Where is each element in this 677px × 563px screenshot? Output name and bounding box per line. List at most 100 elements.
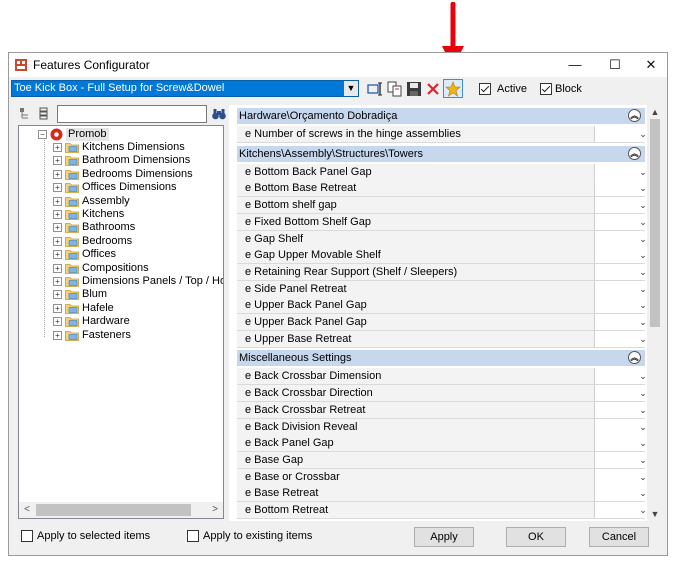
expand-toggle[interactable]: + bbox=[53, 196, 62, 206]
property-value-select[interactable]: ⌄ bbox=[594, 468, 650, 485]
property-value-select[interactable]: ⌄ bbox=[594, 247, 650, 264]
scroll-up-icon[interactable]: ▲ bbox=[647, 105, 663, 119]
favorite-button[interactable] bbox=[443, 79, 463, 98]
property-row[interactable]: e Back Crossbar Retreat ⌄ bbox=[237, 401, 650, 419]
property-row[interactable]: e Fixed Bottom Shelf Gap ⌄ bbox=[237, 213, 650, 231]
tree-settings-icon[interactable] bbox=[19, 107, 32, 120]
property-value-select[interactable]: ⌄ bbox=[594, 368, 650, 385]
property-row[interactable]: e Upper Base Retreat ⌄ bbox=[237, 330, 650, 348]
collapse-section-icon[interactable]: ︽ bbox=[628, 109, 641, 122]
tree-root[interactable]: − Promob bbox=[19, 128, 219, 141]
property-value-select[interactable]: ⌄ bbox=[594, 126, 650, 142]
tree-item[interactable]: + Hardware bbox=[19, 315, 223, 328]
tree-item[interactable]: + Compositions bbox=[19, 262, 223, 275]
collapse-toggle[interactable]: − bbox=[38, 130, 47, 139]
tree-item[interactable]: + Offices Dimensions bbox=[19, 181, 223, 194]
property-row[interactable]: e Back Crossbar Direction ⌄ bbox=[237, 385, 650, 403]
tree-item[interactable]: + Kitchens bbox=[19, 208, 223, 221]
tree-item[interactable]: + Dimensions Panels / Top / Honeycomb bbox=[19, 275, 223, 288]
filter-icon[interactable] bbox=[37, 107, 50, 120]
property-value-select[interactable]: ⌄ bbox=[594, 280, 650, 297]
property-row[interactable]: e Back Panel Gap ⌄ bbox=[237, 435, 650, 453]
rename-icon[interactable] bbox=[367, 81, 383, 97]
property-row[interactable]: e Number of screws in the hinge assembli… bbox=[237, 126, 650, 143]
copy-setup-icon[interactable] bbox=[387, 81, 403, 97]
apply-button[interactable]: Apply bbox=[414, 527, 474, 547]
scroll-right-icon[interactable]: > bbox=[207, 502, 223, 518]
property-value-select[interactable]: ⌄ bbox=[594, 263, 650, 280]
tree-item[interactable]: + Kitchens Dimensions bbox=[19, 141, 223, 154]
property-value-select[interactable]: ⌄ bbox=[594, 502, 650, 518]
setup-select[interactable]: Toe Kick Box - Full Setup for Screw&Dowe… bbox=[11, 80, 359, 97]
property-value-select[interactable]: ⌄ bbox=[594, 197, 650, 214]
minimize-button[interactable]: — bbox=[555, 53, 595, 77]
expand-toggle[interactable]: + bbox=[53, 210, 62, 219]
property-row[interactable]: e Retaining Rear Support (Shelf / Sleepe… bbox=[237, 263, 650, 281]
expand-toggle[interactable]: + bbox=[53, 250, 62, 260]
active-checkbox[interactable] bbox=[479, 83, 491, 95]
ok-button[interactable]: OK bbox=[506, 527, 566, 547]
expand-toggle[interactable]: + bbox=[53, 317, 62, 327]
tree-item[interactable]: + Fasteners bbox=[19, 329, 223, 342]
scrollbar-thumb[interactable] bbox=[36, 504, 191, 516]
property-row[interactable]: e Gap Shelf ⌄ bbox=[237, 230, 650, 248]
property-row[interactable]: e Back Division Reveal ⌄ bbox=[237, 418, 650, 436]
property-value-select[interactable]: ⌄ bbox=[594, 180, 650, 197]
maximize-button[interactable]: ☐ bbox=[595, 53, 635, 77]
property-row[interactable]: e Bottom Retreat ⌄ bbox=[237, 502, 650, 519]
cancel-button[interactable]: Cancel bbox=[589, 527, 649, 547]
expand-toggle[interactable]: + bbox=[53, 223, 62, 233]
property-row[interactable]: e Bottom shelf gap ⌄ bbox=[237, 197, 650, 215]
property-row[interactable]: e Side Panel Retreat ⌄ bbox=[237, 280, 650, 298]
tree-item[interactable]: + Offices bbox=[19, 248, 223, 261]
property-value-select[interactable]: ⌄ bbox=[594, 230, 650, 247]
close-button[interactable]: ✕ bbox=[631, 53, 671, 77]
collapse-section-icon[interactable]: ︽ bbox=[628, 146, 641, 160]
tree-item[interactable]: + Assembly bbox=[19, 195, 223, 208]
tree-horizontal-scrollbar[interactable]: < > bbox=[19, 502, 223, 518]
property-row[interactable]: e Upper Back Panel Gap ⌄ bbox=[237, 314, 650, 331]
collapse-section-icon[interactable]: ︽ bbox=[628, 351, 641, 365]
expand-toggle[interactable]: + bbox=[53, 156, 62, 166]
property-row[interactable]: e Base Retreat ⌄ bbox=[237, 485, 650, 503]
property-value-select[interactable]: ⌄ bbox=[594, 451, 650, 468]
property-value-select[interactable]: ⌄ bbox=[594, 418, 650, 435]
property-value-select[interactable]: ⌄ bbox=[594, 163, 650, 180]
property-value-select[interactable]: ⌄ bbox=[594, 297, 650, 314]
tree-item[interactable]: + Bedrooms bbox=[19, 235, 223, 248]
section-header[interactable]: Miscellaneous Settings ︽ bbox=[237, 350, 645, 367]
property-value-select[interactable]: ⌄ bbox=[594, 314, 650, 330]
expand-toggle[interactable]: + bbox=[53, 330, 62, 340]
tree-item[interactable]: + Blum bbox=[19, 288, 223, 301]
property-row[interactable]: e Gap Upper Movable Shelf ⌄ bbox=[237, 247, 650, 265]
property-value-select[interactable]: ⌄ bbox=[594, 330, 650, 347]
property-row[interactable]: e Base Gap ⌄ bbox=[237, 451, 650, 469]
property-value-select[interactable]: ⌄ bbox=[594, 435, 650, 452]
apply-existing-checkbox[interactable] bbox=[187, 530, 199, 542]
tree-item[interactable]: + Bathroom Dimensions bbox=[19, 154, 223, 167]
tree-item[interactable]: + Bedrooms Dimensions bbox=[19, 168, 223, 181]
scroll-down-icon[interactable]: ▼ bbox=[647, 507, 663, 521]
tree-item[interactable]: + Bathrooms bbox=[19, 221, 223, 234]
scroll-left-icon[interactable]: < bbox=[19, 502, 35, 518]
expand-toggle[interactable]: + bbox=[53, 143, 62, 152]
block-checkbox[interactable] bbox=[540, 83, 552, 95]
expand-toggle[interactable]: + bbox=[53, 290, 62, 300]
properties-vertical-scrollbar[interactable]: ▲ ▼ bbox=[647, 105, 663, 521]
property-value-select[interactable]: ⌄ bbox=[594, 401, 650, 418]
property-row[interactable]: e Bottom Base Retreat ⌄ bbox=[237, 180, 650, 198]
save-icon[interactable] bbox=[406, 81, 422, 97]
apply-selected-checkbox[interactable] bbox=[21, 530, 33, 542]
property-row[interactable]: e Upper Back Panel Gap ⌄ bbox=[237, 297, 650, 315]
property-value-select[interactable]: ⌄ bbox=[594, 213, 650, 230]
property-row[interactable]: e Back Crossbar Dimension ⌄ bbox=[237, 368, 650, 386]
category-tree[interactable]: − Promob + Kitchens Dimensions + Bathroom D… bbox=[18, 125, 224, 519]
tree-search-input[interactable] bbox=[57, 105, 207, 123]
delete-icon[interactable] bbox=[425, 81, 441, 97]
property-row[interactable]: e Bottom Back Panel Gap ⌄ bbox=[237, 163, 650, 181]
expand-toggle[interactable]: + bbox=[53, 303, 62, 313]
expand-toggle[interactable]: + bbox=[53, 263, 62, 273]
expand-toggle[interactable]: + bbox=[53, 277, 62, 286]
chevron-down-icon[interactable]: ▼ bbox=[344, 81, 358, 96]
property-row[interactable]: e Base or Crossbar ⌄ bbox=[237, 468, 650, 486]
